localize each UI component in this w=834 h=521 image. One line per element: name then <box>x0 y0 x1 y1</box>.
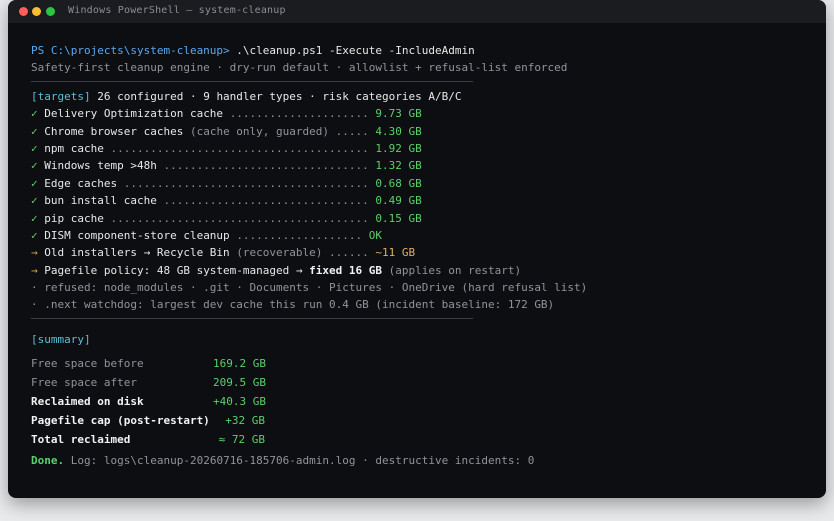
target-label: DISM component-store cleanup <box>37 228 237 242</box>
check-icon: ✓ <box>31 124 38 138</box>
target-value: 0.15 GB <box>375 211 422 225</box>
pagefile-label: Pagefile policy: 48 GB system-managed → <box>37 263 310 277</box>
pagefile-fixed: fixed 16 GB <box>309 263 383 277</box>
target-dots: ............................... <box>163 194 376 208</box>
summary-row: Free space after 209.5 GB <box>31 373 816 392</box>
summary-row: Reclaimed on disk +40.3 GB <box>31 392 816 411</box>
target-label: Chrome browser caches <box>37 124 190 138</box>
target-note: (cache only, guarded) <box>189 124 330 138</box>
target-label: npm cache <box>37 141 111 155</box>
summary-label: Free space before <box>31 357 144 371</box>
target-label: Delivery Optimization cache <box>37 107 230 121</box>
engine-subtitle: Safety-first cleanup engine · dry-run de… <box>31 61 568 75</box>
target-row: ✓ Delivery Optimization cache ..........… <box>31 105 816 122</box>
target-value: 0.68 GB <box>375 176 422 190</box>
target-row: ✓ Chrome browser caches (cache only, gua… <box>31 123 816 140</box>
separator <box>31 80 473 82</box>
arrow-icon: → <box>31 246 38 260</box>
target-value: 0.49 GB <box>375 194 422 208</box>
summary-label: Free space after <box>31 376 137 390</box>
check-icon: ✓ <box>31 228 38 242</box>
summary-row: Pagefile cap (post-restart) +32 GB <box>31 411 816 430</box>
pagefile-note: (applies on restart) <box>382 263 522 277</box>
target-dots: ....................................... <box>110 141 376 155</box>
maximize-window-button[interactable] <box>46 7 55 16</box>
prompt-command: .\cleanup.ps1 -Execute -IncludeAdmin <box>229 44 475 57</box>
summary-value: 209.5 GB <box>213 376 266 390</box>
summary-value: ≈ 72 GB <box>218 433 265 447</box>
window-title: Windows PowerShell — system-cleanup <box>68 5 286 16</box>
target-label: Windows temp >48h <box>37 159 164 173</box>
terminal-output[interactable]: PS C:\projects\system-cleanup> .\cleanup… <box>31 42 816 470</box>
minimize-window-button[interactable] <box>32 7 41 16</box>
arrow-icon: → <box>31 263 38 277</box>
summary-label: Reclaimed on disk <box>31 395 144 409</box>
terminal-window: Windows PowerShell — system-cleanup PS C… <box>8 0 826 498</box>
summary-label: Pagefile cap (post-restart) <box>31 414 210 428</box>
target-row: ✓ pip cache ............................… <box>31 210 816 227</box>
summary-tag: [summary] <box>31 332 91 346</box>
footer-log: Log: logs\cleanup-20260716-185706-admin.… <box>64 454 535 468</box>
target-label: pip cache <box>37 211 111 225</box>
target-row: ✓ DISM component-store cleanup .........… <box>31 227 816 244</box>
target-row: ✓ Windows temp >48h ....................… <box>31 157 816 174</box>
summary-row: Free space before 169.2 GB <box>31 354 816 373</box>
target-value: 9.73 GB <box>375 107 422 121</box>
target-value: 4.30 GB <box>375 124 422 138</box>
prompt-line: PS C:\projects\system-cleanup> .\cleanup… <box>31 42 816 59</box>
footer-line: Done. Log: logs\cleanup-20260716-185706-… <box>31 452 816 469</box>
target-dots: ............................... <box>163 159 376 173</box>
target-value: 1.92 GB <box>375 141 422 155</box>
target-dots: ..................................... <box>123 176 376 190</box>
check-icon: ✓ <box>31 176 38 190</box>
target-label: Edge caches <box>37 176 124 190</box>
close-window-button[interactable] <box>19 7 28 16</box>
target-list: ✓ Delivery Optimization cache ..........… <box>31 105 816 244</box>
title-bar: Windows PowerShell — system-cleanup <box>8 0 826 23</box>
separator <box>31 317 473 319</box>
summary-list: Free space before 169.2 GB Free space afte… <box>31 354 816 449</box>
check-icon: ✓ <box>31 211 38 225</box>
target-row: ✓ npm cache ............................… <box>31 140 816 157</box>
watchdog-line: · .next watchdog: largest dev cache this… <box>31 298 555 312</box>
target-note: (recoverable) <box>236 246 323 260</box>
targets-tag: [targets] <box>31 89 91 103</box>
summary-value: +32 GB <box>225 414 265 428</box>
summary-label: Total reclaimed <box>31 433 131 447</box>
refused-list: · refused: node_modules · .git · Documen… <box>31 281 588 295</box>
check-icon: ✓ <box>31 107 38 121</box>
target-label: bun install cache <box>37 194 164 208</box>
target-row: ✓ bun install cache ....................… <box>31 192 816 209</box>
check-icon: ✓ <box>31 194 38 208</box>
target-label: Old installers → Recycle Bin <box>37 246 237 260</box>
target-value: OK <box>368 228 383 242</box>
target-row: ✓ Edge caches ..........................… <box>31 175 816 192</box>
check-icon: ✓ <box>31 141 38 155</box>
targets-summary: 26 configured · 9 handler types · risk c… <box>90 89 462 103</box>
done-label: Done. <box>31 454 65 468</box>
target-dots: ..... <box>329 124 376 138</box>
summary-value: 169.2 GB <box>213 357 266 371</box>
check-icon: ✓ <box>31 159 38 173</box>
target-dots: ..................... <box>229 107 376 121</box>
summary-value: +40.3 GB <box>213 395 266 409</box>
target-row-installers: → Old installers → Recycle Bin (recovera… <box>31 244 816 261</box>
summary-row: Total reclaimed ≈ 72 GB <box>31 430 816 449</box>
target-dots: ...... <box>322 246 376 260</box>
target-value: 1.32 GB <box>375 159 422 173</box>
targets-header: [targets] 26 configured · 9 handler type… <box>31 88 816 105</box>
pagefile-policy-row: → Pagefile policy: 48 GB system-managed … <box>31 262 816 279</box>
target-dots: ................... <box>236 228 369 242</box>
target-dots: ....................................... <box>110 211 376 225</box>
target-value: ~11 GB <box>375 246 416 260</box>
prompt-path: PS C:\projects\system-cleanup> <box>31 44 230 57</box>
